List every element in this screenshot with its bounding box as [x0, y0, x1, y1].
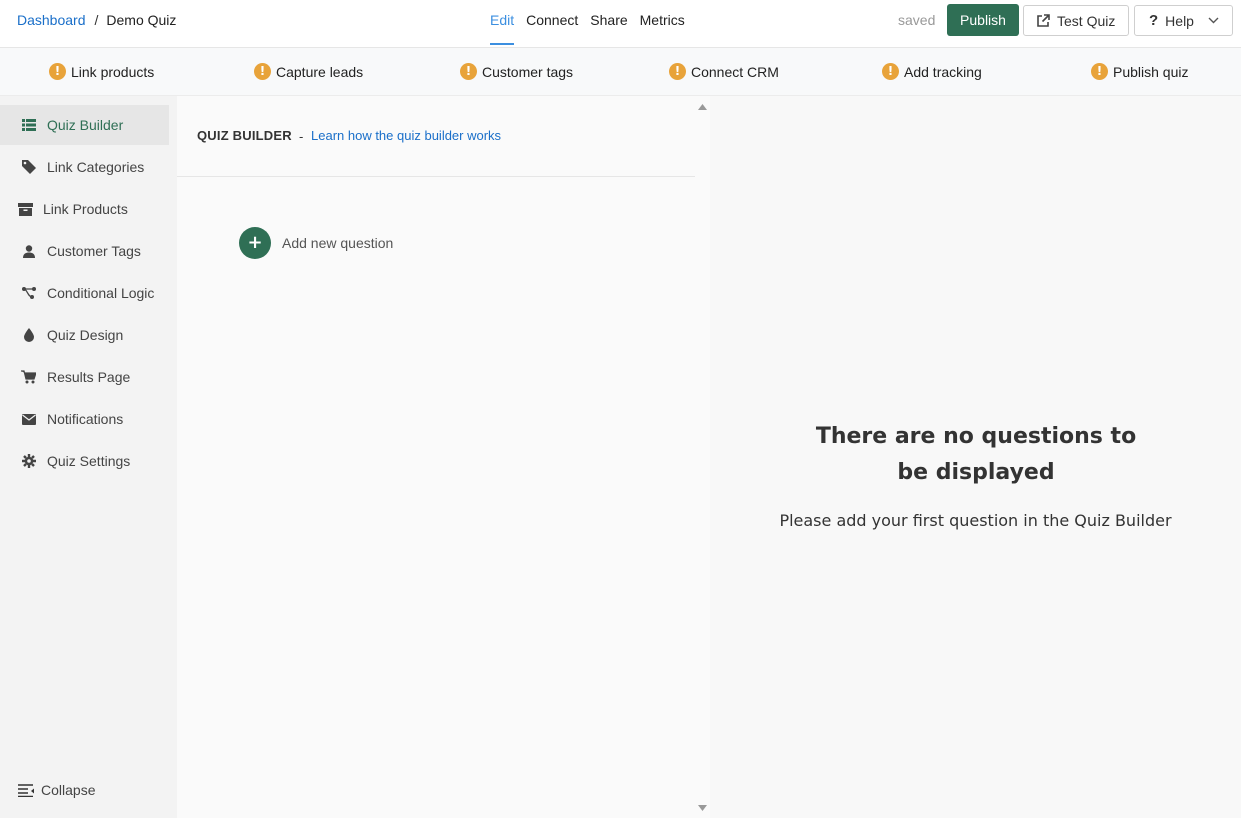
empty-state-subtitle: Please add your first question in the Qu… — [779, 511, 1172, 530]
sidebar-item-link-products[interactable]: Link Products — [0, 189, 169, 229]
step-label: Connect CRM — [691, 63, 779, 80]
breadcrumb-dashboard-link[interactable]: Dashboard — [17, 12, 86, 28]
tab-metrics[interactable]: Metrics — [640, 0, 685, 48]
add-question-button[interactable]: + Add new question — [239, 227, 393, 259]
sidebar-item-label: Quiz Design — [47, 327, 124, 343]
builder-header: QUIZ BUILDER - Learn how the quiz builde… — [177, 96, 695, 177]
sidebar-item-results-page[interactable]: Results Page — [0, 357, 169, 397]
collapse-icon — [18, 783, 34, 797]
sidebar-item-quiz-builder[interactable]: Quiz Builder — [0, 105, 169, 145]
collapse-label: Collapse — [41, 782, 96, 798]
sidebar-item-quiz-design[interactable]: Quiz Design — [0, 315, 169, 355]
help-label: Help — [1165, 12, 1194, 29]
step-label: Publish quiz — [1113, 63, 1189, 80]
chevron-down-icon — [1208, 17, 1219, 24]
help-button[interactable]: ? Help — [1134, 5, 1233, 36]
sidebar-item-label: Notifications — [47, 411, 124, 427]
branch-icon — [21, 286, 36, 301]
sidebar-item-label: Results Page — [47, 369, 131, 385]
tag-icon — [21, 160, 36, 175]
quiz-preview-panel: There are no questions to be displayed P… — [710, 96, 1241, 818]
scroll-up-arrow-icon[interactable] — [698, 104, 707, 110]
list-icon — [21, 118, 36, 133]
tab-edit[interactable]: Edit — [490, 0, 515, 48]
step-label: Capture leads — [276, 63, 364, 80]
breadcrumb: Dashboard / Demo Quiz — [17, 12, 176, 28]
breadcrumb-current: Demo Quiz — [106, 12, 177, 28]
warning-icon: ! — [460, 63, 477, 80]
step-connect-crm[interactable]: ! Connect CRM — [669, 63, 779, 80]
step-add-tracking[interactable]: ! Add tracking — [882, 63, 982, 80]
top-bar: Dashboard / Demo Quiz Edit Connect Share M… — [0, 0, 1241, 48]
quiz-builder-panel: QUIZ BUILDER - Learn how the quiz builde… — [177, 96, 710, 818]
sidebar-item-label: Link Products — [43, 201, 128, 217]
builder-title-separator: - — [299, 129, 304, 144]
add-question-label: Add new question — [282, 235, 394, 251]
user-icon — [21, 244, 36, 259]
main-tabs: Edit Connect Share Metrics — [490, 0, 697, 48]
sidebar: Quiz Builder Link Categories Link Produc… — [0, 96, 177, 818]
external-link-icon — [1037, 13, 1050, 27]
setup-steps-bar: ! Link products ! Capture leads ! Custom… — [0, 48, 1241, 96]
step-publish-quiz[interactable]: ! Publish quiz — [1091, 63, 1189, 80]
test-quiz-label: Test Quiz — [1057, 12, 1116, 29]
warning-icon: ! — [669, 63, 686, 80]
scroll-down-arrow-icon[interactable] — [698, 805, 707, 811]
sidebar-item-quiz-settings[interactable]: Quiz Settings — [0, 441, 169, 481]
sidebar-item-customer-tags[interactable]: Customer Tags — [0, 231, 169, 271]
step-link-products[interactable]: ! Link products — [49, 63, 154, 80]
learn-quiz-builder-link[interactable]: Learn how the quiz builder works — [311, 128, 501, 143]
builder-title: QUIZ BUILDER — [197, 128, 292, 143]
step-label: Add tracking — [904, 63, 982, 80]
sidebar-item-label: Quiz Settings — [47, 453, 131, 469]
sidebar-item-conditional-logic[interactable]: Conditional Logic — [0, 273, 169, 313]
gear-icon — [21, 454, 36, 469]
box-icon — [18, 202, 33, 217]
question-icon: ? — [1149, 12, 1159, 29]
empty-state-title: There are no questions to be displayed — [815, 424, 1137, 485]
cart-icon — [21, 370, 36, 385]
save-status: saved — [898, 12, 936, 28]
step-label: Link products — [71, 63, 155, 80]
warning-icon: ! — [254, 63, 271, 80]
sidebar-item-label: Link Categories — [47, 159, 145, 175]
step-capture-leads[interactable]: ! Capture leads — [254, 63, 363, 80]
tab-connect[interactable]: Connect — [526, 0, 578, 48]
sidebar-item-label: Quiz Builder — [47, 117, 124, 133]
step-customer-tags[interactable]: ! Customer tags — [460, 63, 573, 80]
breadcrumb-separator: / — [94, 12, 99, 28]
test-quiz-button[interactable]: Test Quiz — [1023, 5, 1129, 36]
sidebar-item-notifications[interactable]: Notifications — [0, 399, 169, 439]
collapse-button[interactable]: Collapse — [18, 782, 95, 798]
plus-icon: + — [239, 227, 271, 259]
tab-share[interactable]: Share — [590, 0, 627, 48]
droplet-icon — [21, 328, 36, 343]
sidebar-item-link-categories[interactable]: Link Categories — [0, 147, 169, 187]
warning-icon: ! — [1091, 63, 1108, 80]
sidebar-item-label: Customer Tags — [47, 243, 141, 259]
publish-button[interactable]: Publish — [947, 4, 1019, 36]
sidebar-item-label: Conditional Logic — [47, 285, 155, 301]
step-label: Customer tags — [482, 63, 574, 80]
warning-icon: ! — [882, 63, 899, 80]
envelope-icon — [21, 412, 36, 427]
warning-icon: ! — [49, 63, 66, 80]
